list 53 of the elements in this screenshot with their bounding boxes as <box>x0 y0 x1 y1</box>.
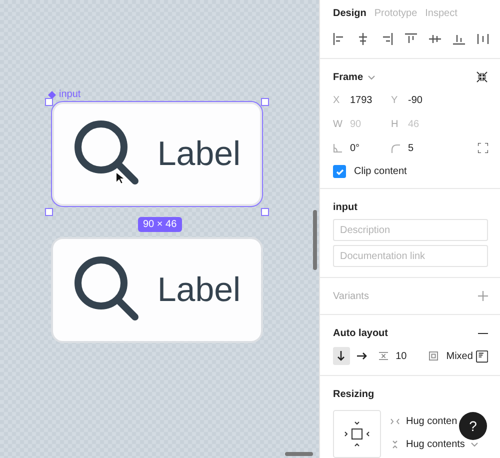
hug-horizontal-icon <box>390 418 400 425</box>
scrollbar[interactable] <box>285 452 313 456</box>
frame-label: Label <box>157 270 241 310</box>
radius-field[interactable]: 5 <box>391 141 449 155</box>
arrow-down-icon <box>336 351 346 361</box>
align-icon[interactable] <box>356 32 370 46</box>
padding-field[interactable]: Mixed <box>429 349 476 363</box>
frame-label: Label <box>157 134 241 174</box>
spacing-field[interactable]: 10 <box>378 349 426 363</box>
angle-icon <box>333 144 342 152</box>
spacing-icon <box>378 351 388 361</box>
corner-radius-icon <box>391 144 400 152</box>
resize-handle[interactable] <box>261 98 269 106</box>
clip-content-checkbox[interactable]: Clip content <box>333 165 488 178</box>
section-title: input <box>333 202 358 212</box>
resize-handle[interactable] <box>45 208 53 216</box>
resize-handle[interactable] <box>45 98 53 106</box>
chevron-down-icon[interactable] <box>470 442 478 447</box>
align-icon[interactable] <box>404 32 418 46</box>
direction-button[interactable] <box>333 347 350 365</box>
scrollbar[interactable] <box>313 210 317 270</box>
width-dropdown[interactable]: Hug conten <box>390 416 458 427</box>
component-icon <box>48 90 56 98</box>
size-badge: 90 × 46 <box>138 217 182 232</box>
align-icon[interactable] <box>452 32 466 46</box>
rotation-field[interactable]: 0° <box>333 141 391 155</box>
chevron-down-icon[interactable] <box>368 74 376 80</box>
component-frame[interactable]: Label <box>51 101 263 207</box>
section-title: Resizing <box>333 388 374 400</box>
align-icon[interactable] <box>380 32 394 46</box>
section-title[interactable]: Frame <box>333 72 376 82</box>
padding-icon <box>429 351 438 361</box>
corner-icon[interactable] <box>478 143 488 153</box>
section-title: Auto layout <box>333 328 388 338</box>
align-icon[interactable] <box>476 32 490 46</box>
cursor-icon <box>115 171 125 185</box>
collapse-icon[interactable] <box>476 71 488 83</box>
align-icon[interactable] <box>428 32 442 46</box>
documentation-link-field[interactable]: Documentation link <box>333 245 488 267</box>
number-field[interactable]: Y -90 <box>391 93 449 107</box>
arrow-right-icon <box>357 351 368 361</box>
help-button[interactable]: ? <box>459 412 487 440</box>
description-field[interactable]: Description <box>333 219 488 241</box>
number-field[interactable]: X 1793 <box>333 93 391 107</box>
alignment-icon[interactable] <box>476 350 488 362</box>
check-icon <box>334 166 344 176</box>
component-frame[interactable]: Label <box>51 237 263 343</box>
height-dropdown[interactable]: Hug contents <box>390 439 478 450</box>
panel-tab[interactable]: Design <box>333 8 366 19</box>
hug-vertical-icon <box>390 440 400 449</box>
add-icon[interactable] <box>478 291 488 301</box>
resize-handle[interactable] <box>261 208 269 216</box>
align-icon[interactable] <box>332 32 346 46</box>
